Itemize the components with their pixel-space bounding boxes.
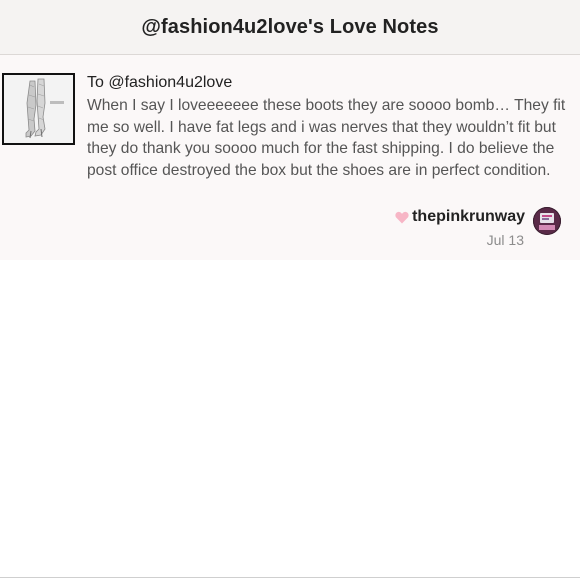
love-note: To @fashion4u2love When I say I loveeeee… bbox=[0, 55, 580, 260]
listing-thumbnail[interactable] bbox=[2, 73, 75, 145]
page-header: @fashion4u2love's Love Notes bbox=[0, 0, 580, 55]
author-username[interactable]: thepinkrunway bbox=[412, 208, 525, 226]
note-date: Jul 13 bbox=[486, 232, 524, 248]
boots-photo-icon bbox=[4, 75, 73, 143]
page-title: @fashion4u2love's Love Notes bbox=[141, 15, 439, 38]
divider bbox=[0, 577, 580, 578]
note-message: When I say I loveeeeeee these boots they… bbox=[87, 97, 566, 179]
heart-icon bbox=[395, 211, 409, 223]
user-avatar-icon[interactable] bbox=[533, 207, 561, 235]
note-author[interactable]: thepinkrunway bbox=[395, 208, 525, 226]
note-recipient[interactable]: To @fashion4u2love bbox=[87, 74, 232, 92]
